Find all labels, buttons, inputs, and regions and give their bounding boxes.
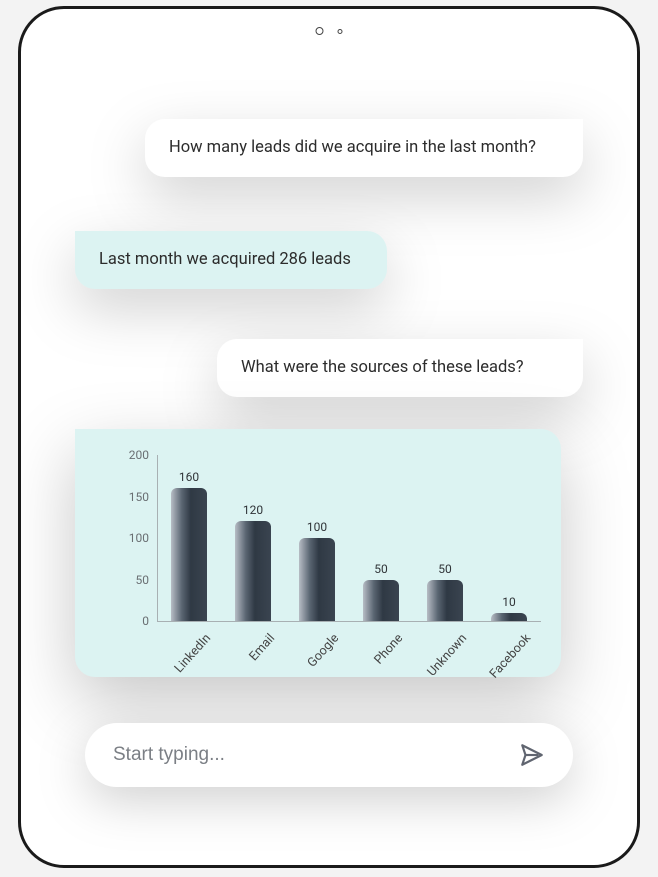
message-user-2: What were the sources of these leads? [217,339,583,397]
chart-value-label: 10 [479,595,539,609]
chart-value-label: 50 [415,562,475,576]
chart-y-tick: 200 [109,448,149,462]
chart-category-label: Phone [348,631,406,693]
message-bot-1: Last month we acquired 286 leads [75,231,387,289]
chart-category-label: Email [220,631,278,693]
chart-y-tick: 0 [109,614,149,628]
chart-y-tick: 100 [109,531,149,545]
send-icon [519,742,545,768]
sensor-dot-icon [338,29,343,34]
message-user-1: How many leads did we acquire in the las… [145,119,583,177]
chart-bar [235,521,271,621]
chart-value-label: 160 [159,470,219,484]
chart-y-tick: 50 [109,573,149,587]
chat-input-wrap [85,723,573,787]
chart-bar [171,488,207,621]
message-bot-chart: 050100150200160LinkedIn120Email100Google… [75,429,561,677]
chart-value-label: 100 [287,520,347,534]
leads-sources-chart: 050100150200160LinkedIn120Email100Google… [75,429,561,677]
message-text: How many leads did we acquire in the las… [169,138,536,157]
device-camera [316,27,343,35]
chart-value-label: 120 [223,503,283,517]
chart-bar [427,580,463,622]
camera-dot-icon [316,27,324,35]
tablet-device-frame: How many leads did we acquire in the las… [18,6,640,868]
screen: How many leads did we acquire in the las… [43,53,615,843]
send-button[interactable] [517,740,547,770]
chart-category-label: LinkedIn [156,631,214,693]
chart-y-tick: 150 [109,490,149,504]
message-text: What were the sources of these leads? [241,358,524,377]
chart-x-axis [157,621,541,622]
message-text: Last month we acquired 286 leads [99,250,351,269]
chart-category-label: Unknown [412,631,470,693]
chat-input[interactable] [111,743,517,767]
chart-bar [363,580,399,622]
chart-bar [491,613,527,621]
chart-y-axis [157,455,158,621]
chart-category-label: Google [284,631,342,693]
chart-category-label: Facebook [476,631,534,693]
chart-bar [299,538,335,621]
chart-value-label: 50 [351,562,411,576]
